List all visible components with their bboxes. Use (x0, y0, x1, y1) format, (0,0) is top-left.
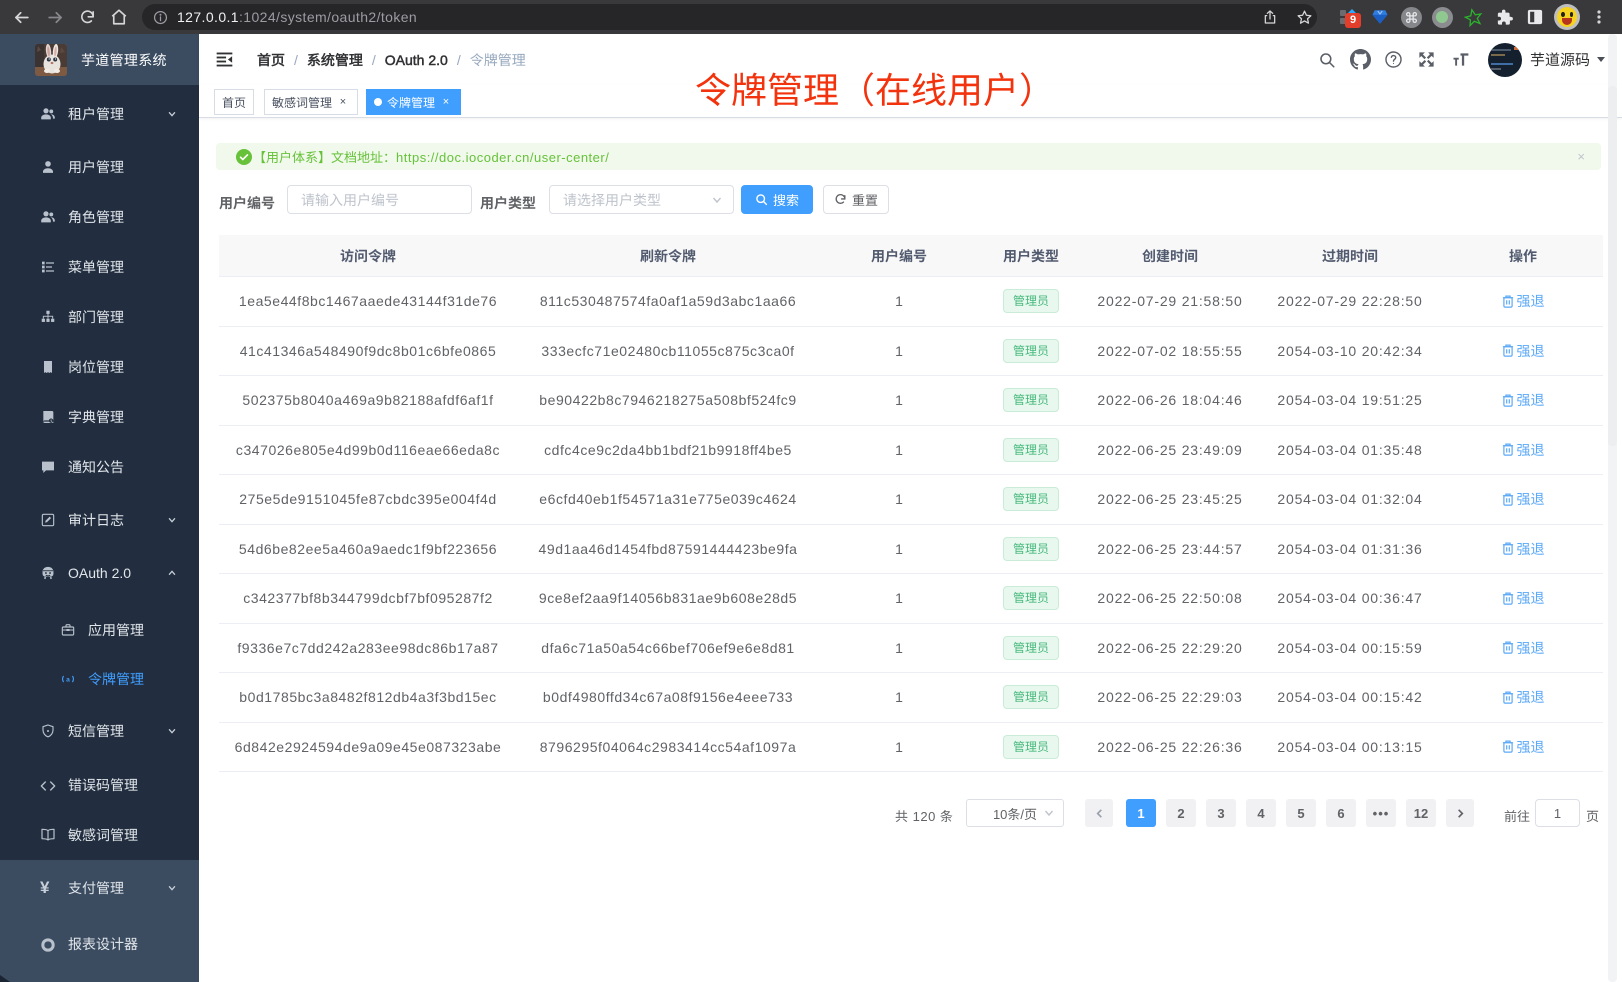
svg-text:a: a (66, 676, 70, 683)
